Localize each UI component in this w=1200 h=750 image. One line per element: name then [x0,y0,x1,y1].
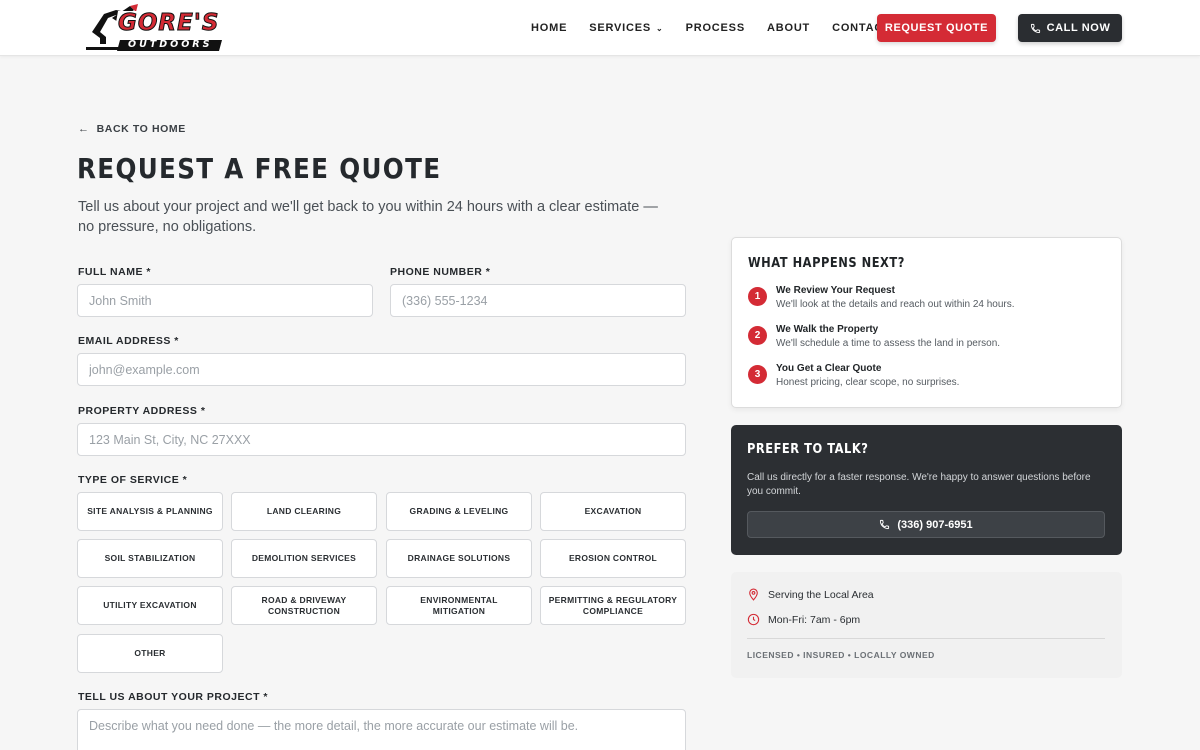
step-description: We'll schedule a time to assess the land… [776,338,1001,349]
request-quote-button[interactable]: REQUEST QUOTE [877,14,996,42]
business-info-card: Serving the Local Area Mon-Fri: 7am - 6p… [731,572,1122,678]
what-happens-next-card: WHAT HAPPENS NEXT? 1 We Review Your Requ… [731,237,1122,408]
credentials-text: LICENSED • INSURED • LOCALLY OWNED [747,650,935,660]
call-phone-button[interactable]: (336) 907-6951 [747,511,1105,538]
service-option-land-clearing[interactable]: LAND CLEARING [231,492,377,531]
phone-input[interactable] [390,284,686,317]
service-option-excavation[interactable]: EXCAVATION [540,492,686,531]
logo-text-bottom: OUTDOORS [128,39,213,50]
hours-text: Mon-Fri: 7am - 6pm [768,613,861,626]
logo-text-top: GORE'S [117,10,220,37]
step-heading: You Get a Clear Quote [776,363,882,374]
back-label: BACK TO HOME [96,123,186,135]
step-description: Honest pricing, clear scope, no surprise… [776,377,960,388]
service-option-utility-excavation[interactable]: UTILITY EXCAVATION [77,586,223,625]
nav-about-label: ABOUT [766,22,811,34]
back-to-home-link[interactable]: ← BACK TO HOME [78,123,186,135]
step-number-badge: 3 [748,365,767,384]
phone-number: (336) 907-6951 [897,518,973,531]
phone-icon [1030,23,1040,33]
project-description-input[interactable] [77,709,686,750]
service-option-soil-stabilization[interactable]: SOIL STABILIZATION [77,539,223,578]
nav-home[interactable]: HOME [531,22,567,34]
call-now-label: CALL NOW [1046,22,1111,34]
nav-process[interactable]: PROCESS [686,22,745,34]
property-address-label: PROPERTY ADDRESS * [78,405,206,417]
what-happens-next-title: WHAT HAPPENS NEXT? [748,256,905,271]
clock-icon [747,613,760,626]
service-option-erosion-control[interactable]: EROSION CONTROL [540,539,686,578]
nav-about[interactable]: ABOUT [767,22,810,34]
step-number-badge: 1 [748,287,767,306]
phone-label: PHONE NUMBER * [390,266,491,278]
prefer-to-talk-card: PREFER TO TALK? Call us directly for a f… [731,425,1122,555]
page-title: REQUEST A FREE QUOTE [77,152,442,185]
property-address-input[interactable] [77,423,686,456]
nav-home-label: HOME [531,22,568,34]
service-type-label: TYPE OF SERVICE * [78,474,188,486]
email-input[interactable] [77,353,686,386]
divider [747,638,1105,639]
phone-icon [880,519,890,530]
service-option-permitting[interactable]: PERMITTING & REGULATORY COMPLIANCE [540,586,686,625]
nav-services-label: SERVICES [589,22,652,34]
call-now-button[interactable]: CALL NOW [1018,14,1122,42]
main-nav: HOME SERVICES ⌄ PROCESS ABOUT CONTACT [531,0,913,56]
service-area-row: Serving the Local Area [747,588,874,601]
service-option-grading[interactable]: GRADING & LEVELING [386,492,532,531]
map-pin-icon [749,588,758,601]
hours-row: Mon-Fri: 7am - 6pm [747,613,860,626]
service-option-environmental[interactable]: ENVIRONMENTAL MITIGATION [386,586,532,625]
service-option-demolition[interactable]: DEMOLITION SERVICES [231,539,377,578]
step-heading: We Walk the Property [776,324,879,335]
service-option-other[interactable]: OTHER [77,634,223,673]
brand-logo[interactable]: GORE'S OUTDOORS [82,4,226,52]
full-name-label: FULL NAME * [78,266,151,278]
prefer-to-talk-text: Call us directly for a faster response. … [747,472,1091,497]
step-heading: We Review Your Request [776,285,895,296]
service-option-drainage[interactable]: DRAINAGE SOLUTIONS [386,539,532,578]
step-description: We'll look at the details and reach out … [776,299,1015,310]
service-area-text: Serving the Local Area [768,588,874,601]
full-name-input[interactable] [77,284,373,317]
nav-services[interactable]: SERVICES ⌄ [589,22,663,34]
email-label: EMAIL ADDRESS * [78,335,179,347]
step-number-badge: 2 [748,326,767,345]
service-option-site-analysis[interactable]: SITE ANALYSIS & PLANNING [77,492,223,531]
service-option-road-driveway[interactable]: ROAD & DRIVEWAY CONSTRUCTION [231,586,377,625]
nav-process-label: PROCESS [685,22,745,34]
chevron-down-icon: ⌄ [656,23,664,33]
arrow-left-icon: ← [78,123,90,135]
site-header: GORE'S OUTDOORS HOME SERVICES ⌄ PROCESS A… [0,0,1200,56]
prefer-to-talk-title: PREFER TO TALK? [747,442,869,457]
project-description-label: TELL US ABOUT YOUR PROJECT * [78,691,268,703]
page-subtitle: Tell us about your project and we'll get… [78,199,658,235]
